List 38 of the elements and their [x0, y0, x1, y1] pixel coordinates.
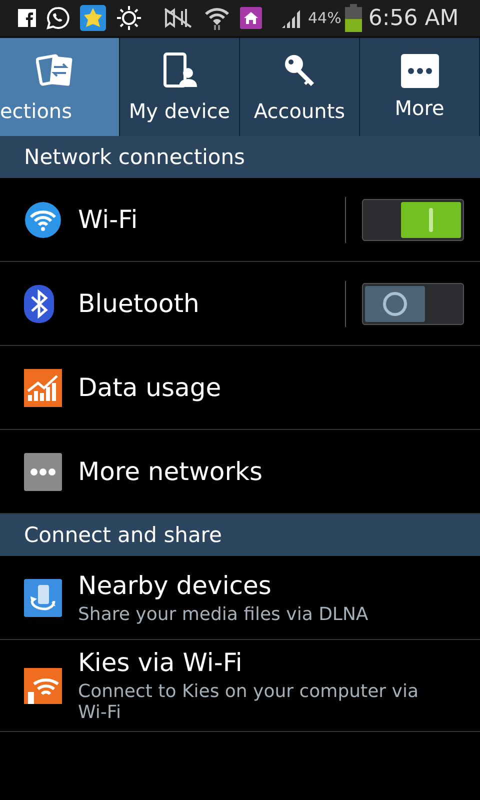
item-title: Kies via Wi-Fi — [78, 648, 244, 677]
chart-icon — [24, 368, 62, 406]
game-app-icon — [80, 5, 106, 31]
toggle-switch[interactable] — [362, 198, 464, 240]
weather-icon — [116, 5, 142, 31]
tab[interactable]: ections — [0, 38, 120, 136]
chat-bubble-icon — [46, 6, 70, 30]
settings-item[interactable]: Wi-Fi — [0, 178, 480, 262]
item-description: Connect to Kies on your computer via Wi-Fi — [78, 681, 420, 723]
home-app-icon — [240, 7, 262, 29]
tab[interactable]: Accounts — [240, 38, 360, 136]
tab[interactable]: My device — [120, 38, 240, 136]
section-header: Connect and share — [0, 514, 480, 556]
mute-vibrate-icon — [162, 7, 194, 29]
phone-share-icon — [24, 578, 62, 616]
toggle-switch[interactable] — [362, 282, 464, 324]
item-title: Data usage — [78, 373, 222, 402]
more-dots-icon — [24, 452, 62, 490]
battery-icon — [345, 4, 362, 32]
section-header: Network connections — [0, 136, 480, 178]
clock-time: 6:56 AM — [368, 6, 459, 30]
item-title: Bluetooth — [78, 289, 200, 318]
battery-percentage: 44% — [308, 9, 342, 27]
item-title: More networks — [78, 457, 264, 486]
bluetooth-icon — [24, 284, 54, 322]
more-dots-icon — [400, 54, 438, 88]
settings-item[interactable]: Nearby devices Share your media files via DLNA — [0, 556, 480, 640]
item-description: Share your media files via DLNA — [78, 604, 370, 624]
settings-item[interactable]: Bluetooth — [0, 262, 480, 346]
tab[interactable]: More — [360, 38, 480, 136]
wifi-icon — [24, 200, 62, 238]
settings-item[interactable]: Kies via Wi-Fi Connect to Kies on your computer via Wi-Fi — [0, 640, 480, 732]
wifi-signal-icon — [204, 5, 230, 31]
item-title: Wi-Fi — [78, 205, 139, 234]
facebook-icon — [18, 9, 36, 27]
wifi-app-icon — [24, 668, 62, 704]
item-title: Nearby devices — [78, 570, 272, 600]
settings-item[interactable]: Data usage — [0, 346, 480, 430]
